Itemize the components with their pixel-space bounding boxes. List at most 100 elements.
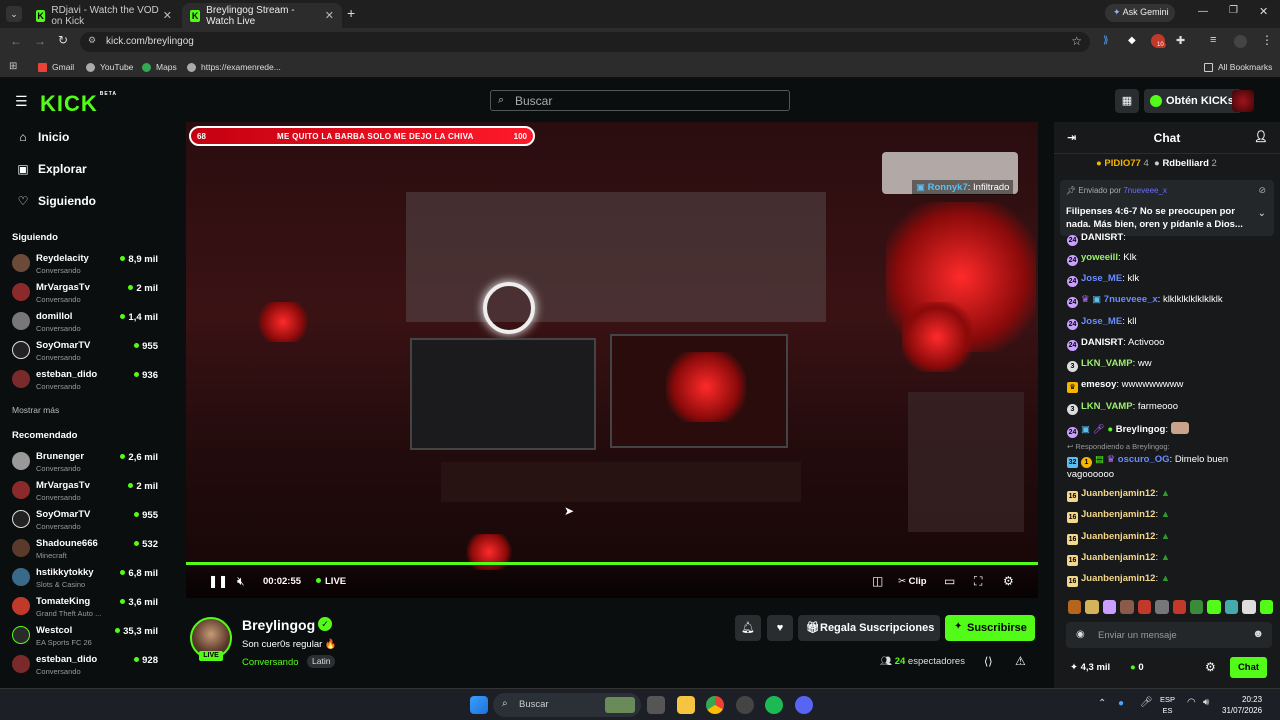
pinned-message[interactable]: 📌︎ Enviado por 7nueveee_x Filipenses 4:6… [1060, 180, 1274, 236]
stream-tag[interactable]: Latin [307, 655, 336, 668]
report-warning-icon[interactable]: ⚠ [1015, 654, 1026, 668]
chat-message[interactable]: 16 Juanbenjamin12: ▲ [1067, 488, 1170, 502]
extension-diamond-icon[interactable]: ◆ [1128, 35, 1136, 46]
nav-inicio[interactable]: ⌂ Inicio [16, 130, 69, 144]
user-avatar[interactable] [1232, 90, 1254, 112]
subscribe-button[interactable]: ✦ Suscribirse [945, 615, 1035, 641]
chat-message[interactable]: 24 Jose_ME: kll [1067, 316, 1136, 330]
microphone-icon[interactable]: 🎤︎ [1140, 697, 1153, 708]
following-channel[interactable]: Reydelacity Conversando 8,9 mil [12, 251, 162, 279]
nav-siguiendo[interactable]: ♡ Siguiendo [16, 194, 96, 208]
all-bookmarks-button[interactable]: All Bookmarks [1204, 62, 1272, 72]
media-control-icon[interactable]: ≡ [1210, 34, 1216, 46]
emote-icon[interactable] [1172, 600, 1186, 614]
hamburger-menu-icon[interactable]: ☰ [15, 93, 28, 110]
url-field[interactable]: ⚙ kick.com/breylingog ☆ [80, 32, 1090, 52]
chat-message[interactable]: 24 Jose_ME: klk [1067, 273, 1139, 287]
keyboard-language[interactable]: ESP ES [1160, 694, 1175, 716]
chat-message[interactable]: 3 LKN_VAMP: farmeooo [1067, 401, 1178, 415]
recommended-channel[interactable]: MrVargasTv Conversando 2 mil [12, 478, 162, 506]
task-view-icon[interactable] [647, 696, 665, 714]
close-window-icon[interactable]: ✕ [1259, 5, 1268, 18]
following-channel[interactable]: esteban_dido Conversando 936 [12, 367, 162, 395]
chat-message[interactable]: 32 1 ▤ ♛ oscuro_OG: Dimelo buen [1067, 454, 1228, 468]
chat-message[interactable]: 24 DANISRT: [1067, 232, 1126, 246]
discord-icon[interactable] [795, 696, 813, 714]
settings-gear-icon[interactable]: ⚙ [1003, 574, 1014, 588]
chat-message[interactable]: 16 Juanbenjamin12: ▲ [1067, 509, 1170, 523]
emote-icon[interactable] [1137, 600, 1152, 614]
browser-menu-icon[interactable]: ⋮ [1261, 33, 1273, 47]
chat-message[interactable]: 24 ♛ ▣ 7nueveee_x: klklklklklklklklk [1067, 294, 1223, 308]
notification-bell-button[interactable]: 🔔︎ [735, 615, 761, 641]
restore-icon[interactable]: ❐ [1229, 5, 1238, 16]
chat-message[interactable]: 24 ▣ 🎤︎ ● Breylingog: [1067, 422, 1189, 438]
kicks-balance[interactable]: ✦ 4,3 mil [1070, 662, 1110, 673]
tab-rdjavi[interactable]: K RDjavi - Watch the VOD on Kick ✕ [28, 3, 180, 28]
recommended-channel[interactable]: Westcol EA Sports FC 26 35,3 mil [12, 623, 162, 651]
mute-icon[interactable]: 🔇︎ [237, 574, 245, 589]
emote-icon[interactable] [1102, 600, 1117, 614]
stream-category[interactable]: Conversando [242, 657, 299, 668]
windows-start-icon[interactable] [470, 696, 488, 714]
bookmark-maps[interactable]: Maps [142, 62, 177, 72]
emote-icon[interactable] [1085, 600, 1099, 614]
emoji-picker-icon[interactable]: ☻ [1252, 628, 1264, 640]
new-tab-icon[interactable]: + [347, 5, 355, 21]
back-icon[interactable]: ← [10, 34, 22, 48]
emote-icon[interactable] [1068, 600, 1082, 614]
spotify-icon[interactable] [765, 696, 783, 714]
pause-icon[interactable]: ❚❚ [208, 574, 228, 588]
store-icon[interactable]: ▦ [1115, 89, 1139, 113]
recommended-channel[interactable]: esteban_dido Conversando 928 [12, 652, 162, 680]
tab-breylingog[interactable]: K Breylingog Stream - Watch Live ✕ [182, 3, 342, 28]
kick-logo[interactable]: KICK BETA [40, 91, 117, 117]
chat-message[interactable]: 24 yoweeill: Klk [1067, 252, 1136, 266]
expand-chevron-icon[interactable]: ⌄ [1258, 208, 1266, 219]
emote-icon[interactable] [1224, 600, 1239, 614]
bookmark-star-icon[interactable]: ☆ [1071, 34, 1082, 48]
chat-message[interactable]: 16 Juanbenjamin12: ▲ [1067, 573, 1170, 587]
follow-heart-button[interactable]: ♥ [767, 615, 793, 641]
unpin-icon[interactable]: ⊘ [1258, 185, 1266, 196]
chat-users-icon[interactable]: 👤︎ [1254, 130, 1268, 143]
channel-points[interactable]: ● 0 [1130, 662, 1144, 673]
fullscreen-icon[interactable]: ⛶ [974, 574, 982, 589]
recommended-channel[interactable]: Brunenger Conversando 2,6 mil [12, 449, 162, 477]
recommended-channel[interactable]: Shadoune666 Minecraft 532 [12, 536, 162, 564]
following-channel[interactable]: SoyOmarTV Conversando 955 [12, 338, 162, 366]
close-tab-icon[interactable]: ✕ [325, 9, 334, 22]
emote-icon[interactable] [1242, 600, 1256, 614]
bookmark-youtube[interactable]: YouTube [86, 62, 133, 72]
show-more-link[interactable]: Mostrar más [12, 405, 59, 415]
emote-icon[interactable] [1155, 600, 1169, 614]
emote-icon[interactable] [1259, 600, 1274, 614]
streamer-name[interactable]: Breylingog [242, 617, 315, 633]
nav-explorar[interactable]: ▣ Explorar [16, 162, 86, 176]
send-chat-button[interactable]: Chat [1230, 657, 1267, 678]
chat-message-input[interactable]: ◉ Enviar un mensaje ☻ [1066, 622, 1272, 648]
tray-chevron-icon[interactable]: ⌃ [1098, 698, 1106, 709]
reload-icon[interactable]: ↻ [58, 33, 68, 47]
chat-message[interactable]: ♛ emesoy: wwwwwwwww [1067, 379, 1183, 393]
taskbar-search[interactable]: ⌕ Buscar [493, 693, 641, 717]
emote-icon[interactable] [1207, 600, 1221, 614]
get-kicks-button[interactable]: Obtén KICKs [1144, 89, 1242, 113]
recommended-channel[interactable]: TomateKing Grand Theft Auto ... 3,6 mil [12, 594, 162, 622]
emote-icon[interactable] [1189, 600, 1204, 614]
chat-settings-icon[interactable]: ⚙ [1205, 660, 1216, 674]
following-channel[interactable]: domillol Conversando 1,4 mil [12, 309, 162, 337]
miniplayer-icon[interactable]: ◫ [872, 574, 883, 588]
following-channel[interactable]: MrVargasTv Conversando 2 mil [12, 280, 162, 308]
tab-search-icon[interactable]: ⌄ [6, 6, 22, 22]
chat-message[interactable]: 16 Juanbenjamin12: ▲ [1067, 552, 1170, 566]
gift-subs-button[interactable]: 🎁︎ Regala Suscripciones [798, 615, 940, 641]
minimize-icon[interactable]: — [1198, 6, 1208, 17]
bookmark-gmail[interactable]: Gmail [38, 62, 74, 72]
recommended-channel[interactable]: SoyOmarTV Conversando 955 [12, 507, 162, 535]
tray-app-icon[interactable]: ● [1118, 698, 1124, 709]
chrome-icon[interactable] [706, 696, 724, 714]
system-clock[interactable]: 20:23 31/07/2026 [1222, 694, 1262, 716]
collapse-chat-icon[interactable]: ⇥ [1067, 131, 1076, 144]
share-icon[interactable]: ⟨⟩ [984, 655, 993, 668]
